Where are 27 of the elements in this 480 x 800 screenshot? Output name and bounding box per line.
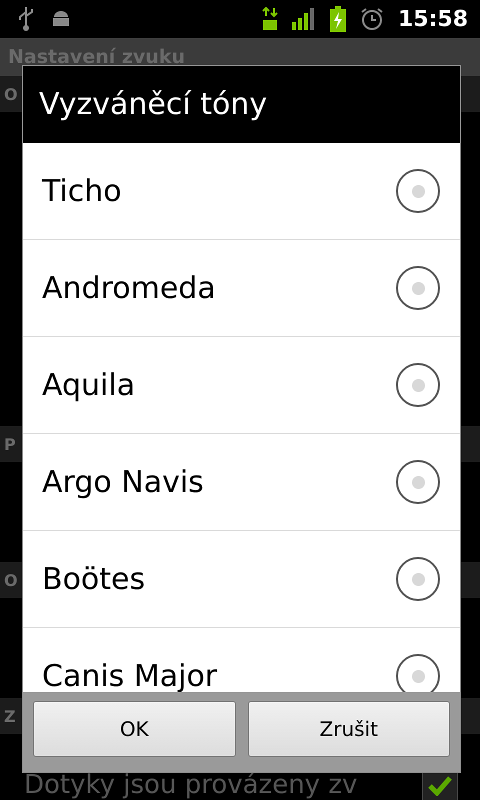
section-header: Z <box>4 706 16 726</box>
battery-charging-icon <box>330 6 346 32</box>
ringtone-option[interactable]: Aquila <box>23 337 460 434</box>
radio-button[interactable] <box>396 557 440 601</box>
dialog-button[interactable]: OK <box>33 701 236 757</box>
alarm-icon <box>360 7 384 31</box>
radio-button[interactable] <box>396 654 440 692</box>
ringtone-option[interactable]: Argo Navis <box>23 434 460 531</box>
setting-label: Dotyky jsou provázeny zv <box>24 770 358 800</box>
ringtone-option[interactable]: Andromeda <box>23 240 460 337</box>
check-icon <box>428 776 452 796</box>
dialog-title: Vyzváněcí tóny <box>39 87 268 122</box>
section-header: O <box>4 84 18 104</box>
signal-icon <box>292 8 316 30</box>
section-header: O <box>4 570 18 590</box>
radio-button[interactable] <box>396 266 440 310</box>
section-header: P <box>4 434 16 454</box>
checkbox[interactable] <box>422 770 458 800</box>
usb-icon <box>16 6 36 32</box>
clock-time: 15:58 <box>398 6 468 32</box>
radio-button[interactable] <box>396 169 440 213</box>
ringtone-option[interactable]: Ticho <box>23 143 460 240</box>
network-3g-icon <box>262 7 278 31</box>
radio-button[interactable] <box>396 363 440 407</box>
ringtone-option[interactable]: Boötes <box>23 531 460 628</box>
dialog-button[interactable]: Zrušit <box>248 701 450 757</box>
radio-button[interactable] <box>396 460 440 504</box>
